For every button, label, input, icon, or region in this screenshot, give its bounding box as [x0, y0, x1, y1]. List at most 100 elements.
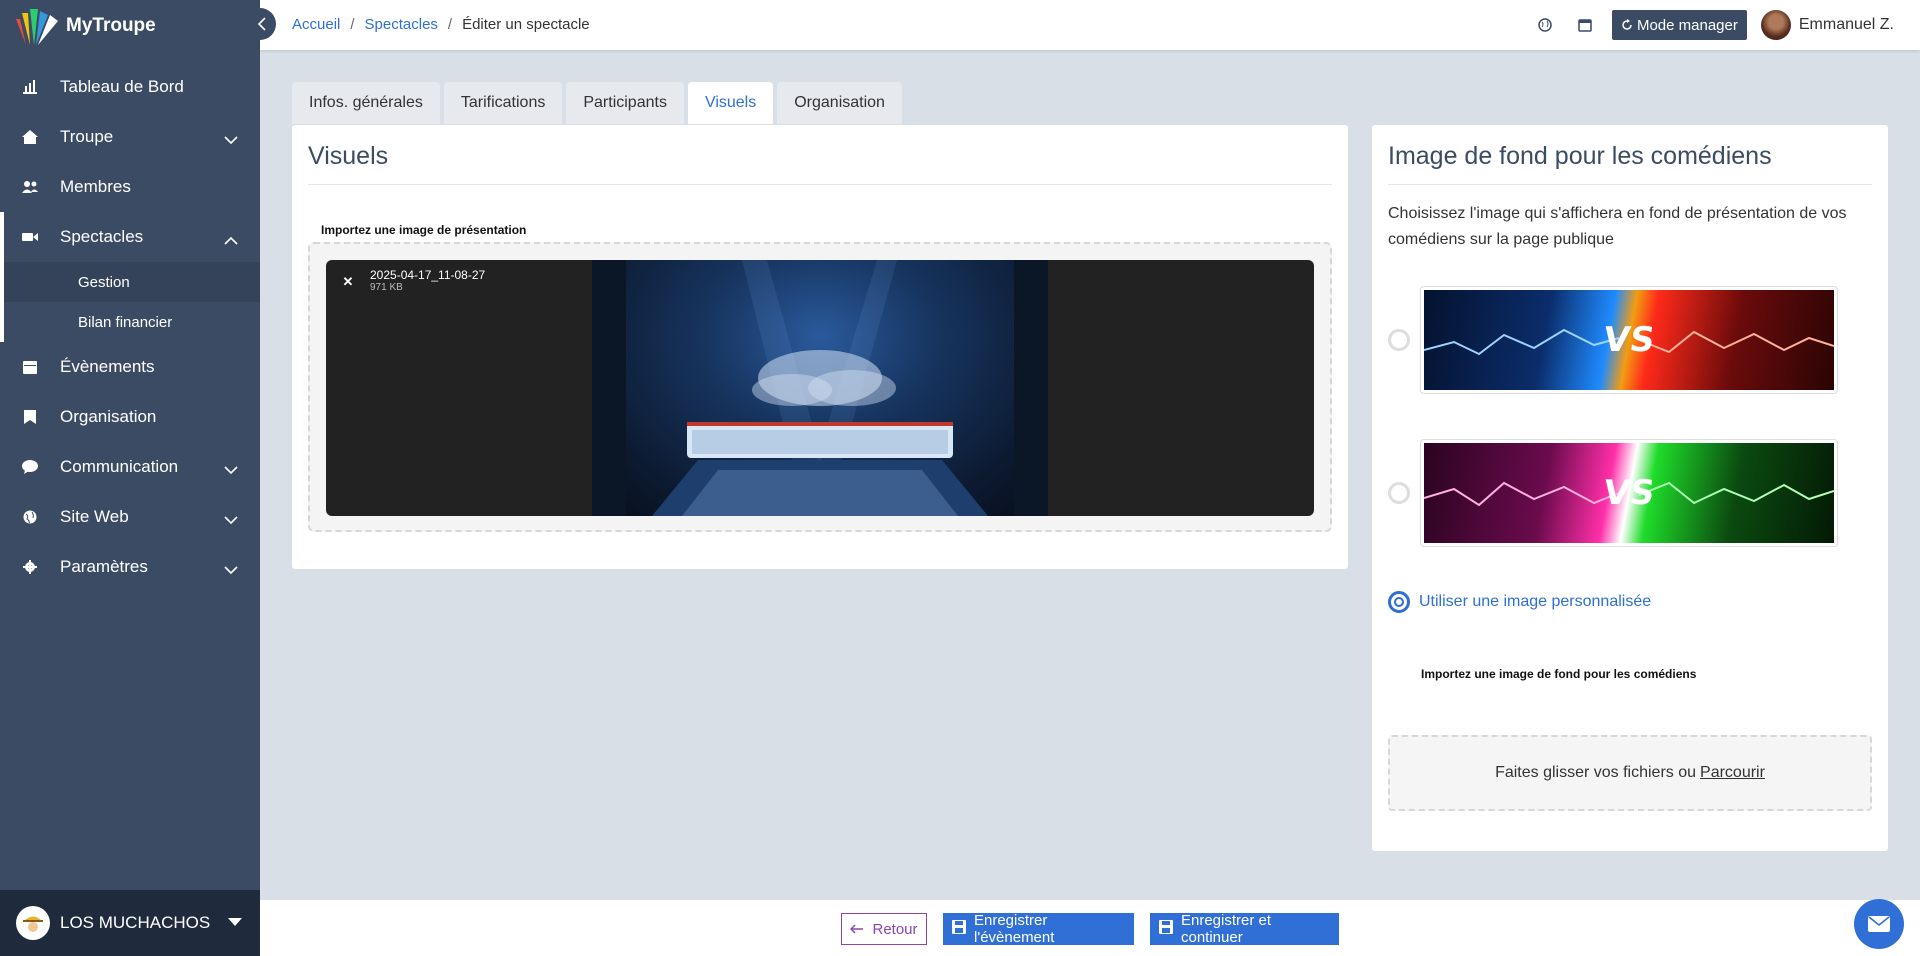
mode-manager-label: Mode manager [1636, 16, 1738, 34]
sidebar-item-communication[interactable]: Communication [0, 442, 260, 492]
sidebar-item-tableau-de-bord[interactable]: Tableau de Bord [0, 62, 260, 112]
background-title: Image de fond pour les comédiens [1388, 142, 1772, 170]
background-option-2-radio[interactable] [1388, 482, 1410, 504]
calendar-icon[interactable] [1572, 12, 1598, 38]
vs-text: VS [1600, 320, 1658, 360]
presentation-upload-label: Importez une image de présentation [321, 223, 527, 237]
tab-organisation[interactable]: Organisation [777, 82, 902, 124]
chart-icon [22, 79, 38, 95]
sidebar-item-label: Paramètres [60, 557, 148, 576]
mode-manager-button[interactable]: Mode manager [1611, 10, 1747, 40]
sidebar-item-label: Organisation [60, 407, 157, 426]
background-upload-label: Importez une image de fond pour les comé… [1421, 667, 1697, 681]
sidebar-item-label: Spectacles [60, 227, 144, 246]
brand[interactable]: MyTroupe [0, 0, 260, 52]
caret-down-icon [228, 918, 242, 926]
envelope-icon [1868, 916, 1890, 932]
user-name: Emmanuel Z. [1798, 16, 1894, 33]
gear-icon [22, 559, 38, 575]
file-meta: 2025-04-17_11-08-27 971 KB [370, 268, 485, 293]
sidebar-item-organisation[interactable]: Organisation [0, 392, 260, 442]
save-icon [1159, 920, 1173, 938]
presentation-dropzone[interactable]: ✕ 2025-04-17_11-08-27 971 KB [308, 242, 1332, 532]
custom-image-radio[interactable] [1388, 591, 1410, 613]
tab-participants[interactable]: Participants [566, 82, 684, 124]
org-avatar [16, 906, 50, 940]
file-name: 2025-04-17_11-08-27 [370, 268, 486, 282]
file-size: 971 KB [370, 282, 403, 293]
sidebar-item-label: Troupe [60, 127, 114, 146]
sidebar-item-label: Évènements [60, 357, 155, 376]
home-icon [22, 129, 38, 145]
video-icon [22, 229, 38, 245]
header-actions: Mode manager Emmanuel Z. [1532, 10, 1894, 40]
dropzone-text: Faites glisser vos fichiers ou [1495, 764, 1697, 781]
chat-button[interactable] [1854, 899, 1904, 949]
user-avatar [1760, 10, 1791, 40]
bookmark-icon [22, 409, 38, 425]
sidebar: MyTroupe Tableau de Bord Troupe Membres … [0, 0, 260, 956]
sidebar-nav: Tableau de Bord Troupe Membres Spectacle… [0, 62, 260, 592]
save-and-continue-button[interactable]: Enregistrer et continuer [1150, 912, 1339, 946]
tab-visuels[interactable]: Visuels [687, 82, 774, 124]
org-switcher[interactable]: LOS MUCHACHOS [0, 890, 260, 956]
back-button[interactable]: Retour [841, 913, 927, 945]
custom-image-label[interactable]: Utiliser une image personnalisée [1419, 593, 1651, 611]
sidebar-item-site-web[interactable]: Site Web [0, 492, 260, 542]
calendar-icon [22, 359, 38, 375]
app-name: MyTroupe [66, 15, 156, 36]
back-label: Retour [872, 920, 918, 938]
chevron-down-icon [224, 510, 238, 530]
chevron-down-icon [224, 130, 238, 150]
sidebar-item-troupe[interactable]: Troupe [0, 112, 260, 162]
visuels-title: Visuels [308, 142, 389, 170]
globe-icon[interactable] [1532, 12, 1558, 38]
divider [1388, 184, 1872, 185]
remove-file-button[interactable]: ✕ [338, 272, 358, 292]
background-image-card: Image de fond pour les comédiens Choisis… [1372, 125, 1888, 851]
top-header: Accueil / Spectacles / Éditer un spectac… [260, 0, 1920, 50]
browse-link[interactable]: Parcourir [1700, 764, 1765, 782]
uploaded-image-preview: ✕ 2025-04-17_11-08-27 971 KB [326, 260, 1314, 516]
background-description: Choisissez l'image qui s'affichera en fo… [1388, 205, 1847, 248]
background-option-2-thumbnail[interactable]: VS [1420, 439, 1838, 547]
user-menu[interactable]: Emmanuel Z. [1760, 10, 1894, 40]
visuels-card: Visuels Importez une image de présentati… [292, 125, 1348, 569]
sidebar-item-evenements[interactable]: Évènements [0, 342, 260, 392]
chat-icon [22, 459, 38, 475]
tabs: Infos. générales Tarifications Participa… [292, 82, 902, 124]
chevron-down-icon [224, 460, 238, 480]
sidebar-item-label: Communication [60, 457, 179, 476]
blue-red-vs-image: VS [1424, 290, 1834, 390]
breadcrumb-separator: / [447, 16, 453, 33]
save-event-button[interactable]: Enregistrer l'évènement [943, 912, 1134, 946]
tab-infos-generales[interactable]: Infos. générales [292, 82, 440, 124]
sidebar-item-membres[interactable]: Membres [0, 162, 260, 212]
action-bar: Retour Enregistrer l'évènement Enregistr… [260, 900, 1920, 956]
pink-green-vs-image: VS [1424, 443, 1834, 543]
save-event-label: Enregistrer l'évènement [974, 912, 1055, 946]
sidebar-item-spectacles[interactable]: Spectacles [0, 212, 260, 262]
users-icon [22, 179, 38, 195]
sidebar-item-label: Tableau de Bord [60, 77, 184, 96]
divider [308, 184, 1332, 185]
breadcrumb: Accueil / Spectacles / Éditer un spectac… [292, 16, 590, 33]
sidebar-subitem-gestion[interactable]: Gestion [0, 262, 260, 302]
vs-text: VS [1600, 473, 1658, 513]
refresh-icon [1622, 19, 1632, 30]
chevron-up-icon [224, 230, 238, 250]
arrow-left-icon [850, 921, 864, 938]
stage-image [592, 260, 1048, 516]
sidebar-subitem-bilan-financier[interactable]: Bilan financier [0, 302, 260, 342]
tab-tarifications[interactable]: Tarifications [443, 82, 563, 124]
sidebar-item-parametres[interactable]: Paramètres [0, 542, 260, 592]
breadcrumb-spectacles-link[interactable]: Spectacles [365, 16, 438, 33]
breadcrumb-home-link[interactable]: Accueil [292, 16, 340, 33]
sidebar-subitem-label: Gestion [78, 273, 130, 291]
org-name: LOS MUCHACHOS [60, 913, 211, 932]
sidebar-subitem-label: Bilan financier [78, 313, 173, 331]
sidebar-item-label: Site Web [60, 507, 129, 526]
background-option-1-radio[interactable] [1388, 329, 1410, 351]
background-dropzone[interactable]: Faites glisser vos fichiers ou Parcourir [1388, 735, 1872, 811]
background-option-1-thumbnail[interactable]: VS [1420, 286, 1838, 394]
